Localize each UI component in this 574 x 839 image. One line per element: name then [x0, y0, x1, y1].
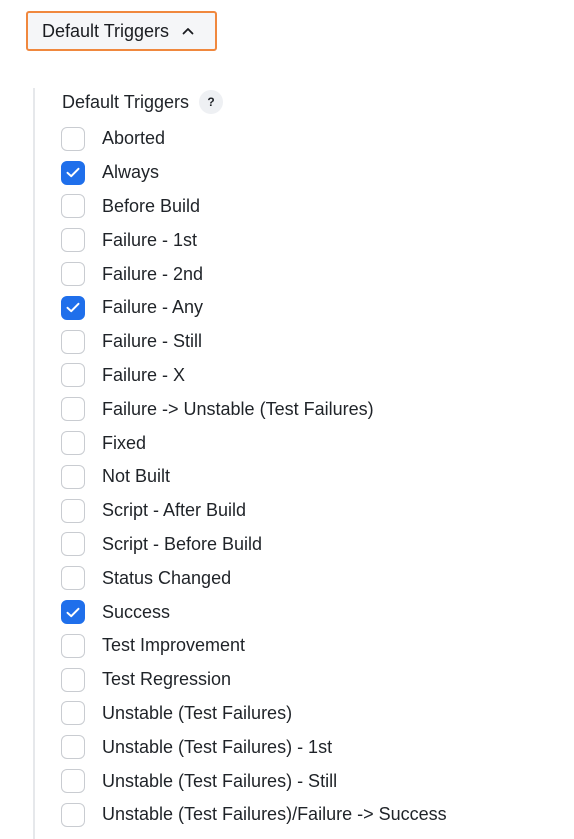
checkbox-unchecked[interactable]: [61, 769, 85, 794]
trigger-checkbox-item[interactable]: Aborted: [61, 122, 447, 156]
trigger-checkbox-item[interactable]: Failure - 2nd: [61, 257, 447, 291]
checkbox-unchecked[interactable]: [61, 228, 85, 253]
trigger-label: Unstable (Test Failures) - Still: [102, 770, 338, 791]
trigger-checkbox-list: Aborted Always Before Build Failure - 1st Fa…: [61, 122, 447, 832]
checkbox-checked[interactable]: [61, 160, 85, 185]
trigger-checkbox-item[interactable]: Script - After Build: [61, 494, 447, 528]
section-title: Default Triggers: [62, 91, 190, 112]
checkbox-unchecked[interactable]: [61, 363, 85, 388]
checkbox-unchecked[interactable]: [61, 498, 85, 523]
checkmark-icon: [66, 167, 80, 178]
trigger-label: Status Changed: [102, 567, 232, 588]
checkbox-unchecked[interactable]: [61, 633, 85, 658]
trigger-label: Success: [102, 601, 171, 622]
trigger-label: Script - Before Build: [102, 533, 263, 554]
checkbox-unchecked[interactable]: [61, 532, 85, 557]
toggle-button-label: Default Triggers: [42, 20, 170, 41]
trigger-label: Always: [102, 162, 160, 183]
trigger-label: Test Regression: [102, 669, 232, 690]
trigger-label: Failure - X: [102, 364, 186, 385]
trigger-checkbox-item[interactable]: Failure -> Unstable (Test Failures): [61, 392, 447, 426]
trigger-checkbox-item[interactable]: Unstable (Test Failures) - Still: [61, 764, 447, 798]
default-triggers-toggle-button[interactable]: Default Triggers: [26, 11, 217, 51]
checkbox-unchecked[interactable]: [61, 667, 85, 692]
trigger-label: Unstable (Test Failures) - 1st: [102, 736, 333, 757]
trigger-checkbox-item[interactable]: Not Built: [61, 460, 447, 494]
checkbox-unchecked[interactable]: [61, 431, 85, 456]
checkmark-icon: [66, 303, 80, 313]
trigger-label: Aborted: [102, 128, 166, 149]
trigger-checkbox-item[interactable]: Test Improvement: [61, 629, 447, 663]
trigger-label: Failure - Any: [102, 297, 204, 318]
trigger-label: Failure - 2nd: [102, 263, 204, 284]
trigger-checkbox-item[interactable]: Always: [61, 156, 447, 190]
trigger-label: Not Built: [102, 466, 171, 487]
checkbox-unchecked[interactable]: [61, 194, 85, 219]
trigger-checkbox-item[interactable]: Success: [61, 595, 447, 629]
trigger-label: Failure - Still: [102, 331, 203, 352]
checkbox-checked[interactable]: [61, 295, 85, 320]
checkbox-unchecked[interactable]: [61, 802, 85, 827]
checkbox-unchecked[interactable]: [61, 329, 85, 354]
trigger-checkbox-item[interactable]: Unstable (Test Failures): [61, 697, 447, 731]
trigger-checkbox-item[interactable]: Failure - Any: [61, 291, 447, 325]
trigger-label: Fixed: [102, 432, 147, 453]
default-triggers-section: Default Triggers ? Aborted Always Before B…: [33, 88, 574, 839]
trigger-checkbox-item[interactable]: Unstable (Test Failures)/Failure -> Succ…: [61, 798, 447, 832]
section-header: Default Triggers ?: [62, 90, 224, 114]
checkbox-checked[interactable]: [61, 600, 85, 625]
help-icon[interactable]: ?: [199, 90, 224, 114]
checkbox-unchecked[interactable]: [61, 126, 85, 151]
checkbox-unchecked[interactable]: [61, 566, 85, 591]
trigger-label: Test Improvement: [102, 635, 246, 656]
trigger-label: Script - After Build: [102, 500, 247, 521]
trigger-label: Failure - 1st: [102, 229, 198, 250]
checkbox-unchecked[interactable]: [61, 397, 85, 422]
trigger-checkbox-item[interactable]: Failure - 1st: [61, 223, 447, 257]
trigger-label: Unstable (Test Failures)/Failure -> Succ…: [102, 804, 447, 825]
trigger-checkbox-item[interactable]: Test Regression: [61, 663, 447, 697]
trigger-checkbox-item[interactable]: Status Changed: [61, 561, 447, 595]
trigger-checkbox-item[interactable]: Fixed: [61, 426, 447, 460]
trigger-checkbox-item[interactable]: Before Build: [61, 190, 447, 224]
trigger-label: Unstable (Test Failures): [102, 702, 293, 723]
trigger-label: Failure -> Unstable (Test Failures): [102, 398, 374, 419]
trigger-checkbox-item[interactable]: Failure - X: [61, 359, 447, 393]
checkbox-unchecked[interactable]: [61, 464, 85, 489]
page: Default Triggers Default Triggers ? Abor…: [0, 0, 574, 839]
chevron-up-icon: [181, 24, 195, 38]
trigger-checkbox-item[interactable]: Script - Before Build: [61, 528, 447, 562]
trigger-label: Before Build: [102, 195, 201, 216]
checkbox-unchecked[interactable]: [61, 262, 85, 287]
trigger-checkbox-item[interactable]: Failure - Still: [61, 325, 447, 359]
checkbox-unchecked[interactable]: [61, 701, 85, 726]
checkbox-unchecked[interactable]: [61, 735, 85, 760]
trigger-checkbox-item[interactable]: Unstable (Test Failures) - 1st: [61, 730, 447, 764]
checkmark-icon: [66, 607, 80, 617]
